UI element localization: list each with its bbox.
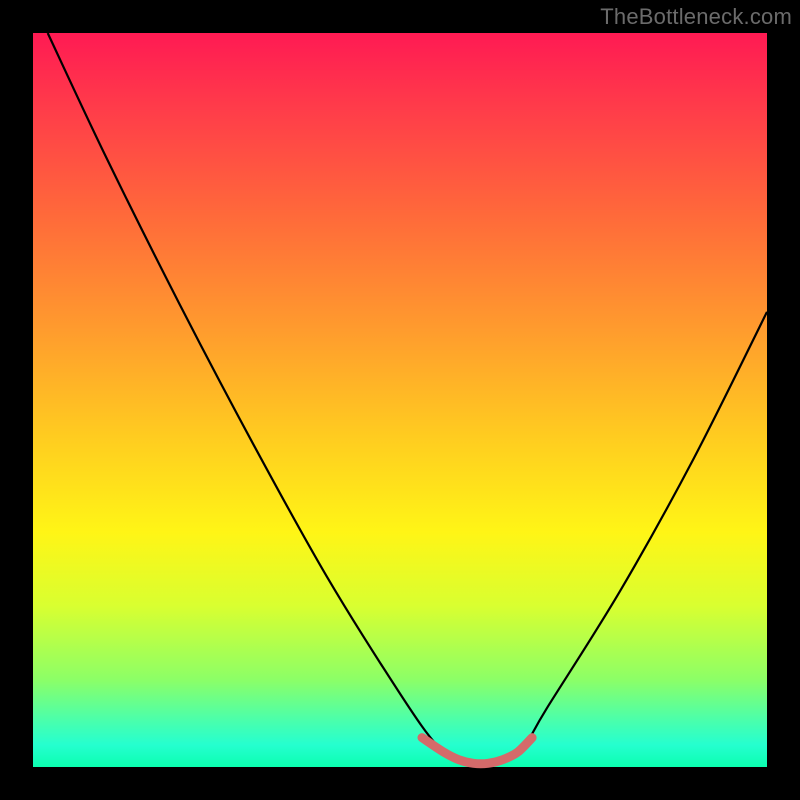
chart-svg <box>33 33 767 767</box>
chart-frame: TheBottleneck.com <box>0 0 800 800</box>
main-curve <box>48 33 767 763</box>
watermark-text: TheBottleneck.com <box>600 4 792 30</box>
highlight-band <box>422 738 532 764</box>
